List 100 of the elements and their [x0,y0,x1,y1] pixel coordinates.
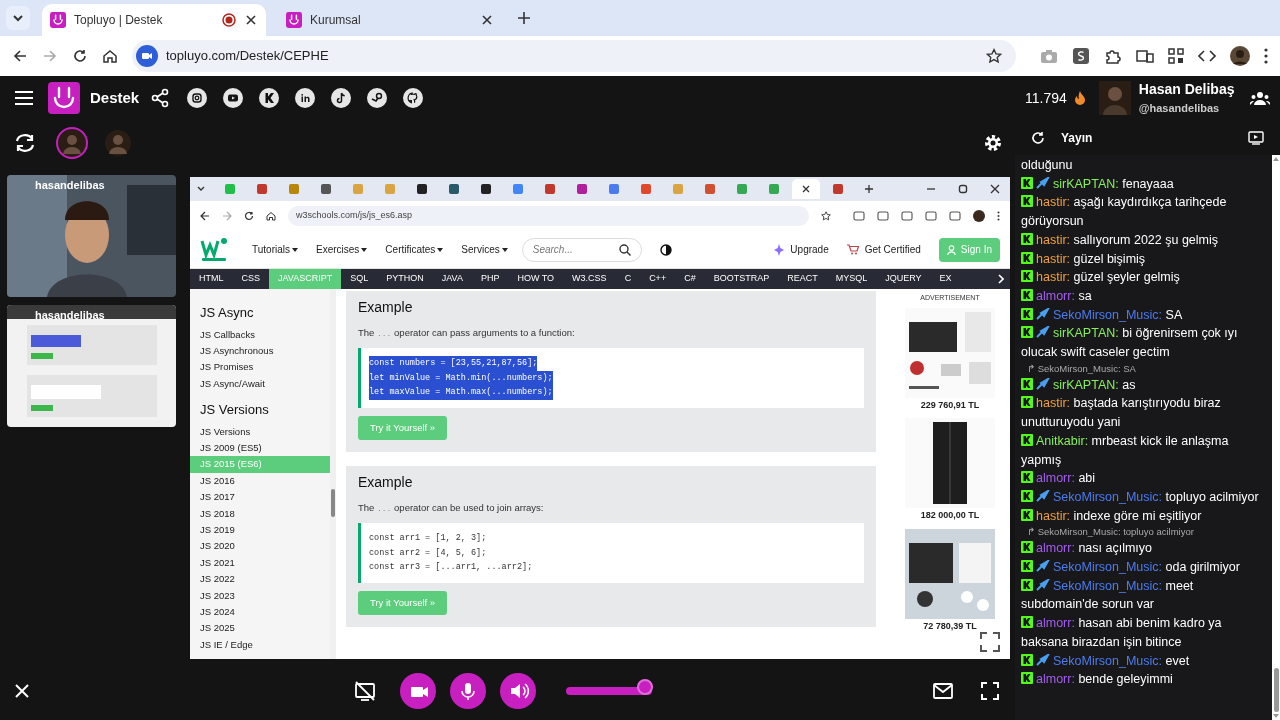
social-link-icon[interactable] [331,88,352,108]
share-icon[interactable] [151,88,170,108]
sidebar-item[interactable]: JS 2020 [190,538,330,555]
social-link-icon[interactable] [295,88,316,108]
avatar-icon[interactable] [973,210,985,222]
new-tab-icon[interactable] [864,184,874,194]
upgrade-link[interactable]: Upgrade [774,242,829,257]
chat-message: hastir: indexe göre mi eşitliyor [1021,506,1270,526]
scrollbar-thumb[interactable] [331,489,335,517]
close-icon[interactable] [480,13,494,27]
menu-icon[interactable] [14,90,34,106]
sidebar-item[interactable]: JS Promises [190,359,330,376]
nav-link[interactable]: W3.CSS [563,269,616,289]
nav-menu[interactable]: Services [461,242,508,257]
sidebar-item[interactable]: JS Callbacks [190,326,330,343]
social-link-icon[interactable] [223,88,244,108]
nav-link[interactable]: MYSQL [826,269,877,289]
nav-menu[interactable]: Certificates [385,242,444,257]
social-link-icon[interactable] [187,88,208,108]
nav-menu[interactable]: Exercises [316,242,368,257]
sidebar-item[interactable]: JS 2017 [190,489,330,506]
browser-tab[interactable] [792,179,820,199]
home-icon[interactable] [266,211,276,221]
reload-icon[interactable] [72,48,88,64]
bookmark-star-icon[interactable] [986,48,1002,64]
nav-link[interactable]: PHP [471,269,509,289]
sidebar-item[interactable]: JS 2009 (ES5) [190,439,330,457]
volume-button[interactable] [500,673,536,709]
participant-avatar[interactable] [56,126,88,159]
nav-link[interactable]: C [615,269,641,289]
more-icon[interactable] [1264,48,1268,64]
example-description: The ... operator can be used to join arrays: [358,501,545,515]
sidebar-item[interactable]: JS 2019 [190,521,330,539]
sidebar-item[interactable]: JS 2025 [190,620,330,637]
nav-link[interactable]: JAVA [432,269,472,289]
user-avatar[interactable] [1098,81,1131,115]
get-certified-link[interactable]: Get Certified [846,242,921,257]
chevron-right-icon[interactable] [998,274,1004,284]
restore-icon[interactable] [958,184,968,194]
back-icon[interactable] [12,48,28,64]
nav-link[interactable]: BOOTSTRAP [704,269,779,289]
nav-link[interactable]: EX [930,269,961,289]
nav-link[interactable]: REACT [778,269,827,289]
home-icon[interactable] [102,48,118,64]
nav-link[interactable]: C# [675,269,705,289]
sidebar-item[interactable]: JS 2018 [190,505,330,522]
nav-link[interactable]: C++ [640,269,676,289]
camera-button[interactable] [400,673,436,709]
avatar-icon[interactable] [1230,46,1250,66]
sidebar-item[interactable]: JS 2022 [190,571,330,588]
microphone-button[interactable] [450,673,486,709]
k-badge-icon [1021,672,1033,685]
mail-icon[interactable] [933,683,953,699]
social-link-icon[interactable] [403,88,424,108]
nav-menu[interactable]: Tutorials [252,242,298,257]
social-link-icon[interactable] [259,88,280,108]
sync-icon[interactable] [14,132,36,153]
nav-link[interactable]: HOW TO [508,269,564,289]
social-link-icon[interactable] [367,88,388,108]
nav-link[interactable]: SQL [341,269,378,289]
nav-link[interactable]: PYTHON [377,269,433,289]
logo-icon[interactable] [48,82,80,114]
settings-icon[interactable] [983,132,1003,153]
tab-list-button[interactable] [6,6,30,30]
extension-icon[interactable] [1072,47,1090,65]
slider-thumb[interactable] [637,679,654,695]
reply-reference: ↱ SekoMirson_Music: topluyo acilmiyor [1026,525,1195,540]
screen-share-off-icon[interactable] [354,680,376,702]
sidebar-item[interactable]: JS 2016 [190,472,330,490]
sidebar-item[interactable]: JS 2024 [190,603,330,621]
sidebar-item[interactable]: JS Asynchronous [190,342,330,360]
stream-icon[interactable] [1248,130,1264,145]
nav-link[interactable]: CSS [232,269,269,289]
sidebar-item[interactable]: JS 2023 [190,587,330,604]
scroll-up-icon[interactable] [1273,157,1279,161]
address-field[interactable]: w3schools.com/js/js_es6.asp [288,206,809,226]
reload-icon[interactable] [244,211,254,221]
close-icon[interactable] [244,13,258,27]
close-icon[interactable] [801,184,811,194]
tab-title: Kurumsal [310,12,362,29]
fullscreen-icon[interactable] [979,631,1001,653]
sidebar-item[interactable]: JS Async/Await [190,375,330,393]
close-icon[interactable] [990,184,1000,194]
sidebar-item[interactable]: JS 2021 [190,554,330,572]
people-icon[interactable] [1250,91,1270,105]
sidebar-item[interactable]: JS IE / Edge [190,636,330,654]
browser-tab[interactable]: Kurumsal [278,4,502,36]
bookmark-star-icon[interactable] [821,211,831,221]
nav-link[interactable]: HTML [190,269,233,289]
new-tab-icon[interactable] [516,10,532,26]
w3-logo-icon[interactable] [200,236,228,263]
sidebar-item[interactable]: JS Versions [190,423,330,440]
scrollbar-thumb[interactable] [1273,668,1279,712]
scroll-down-icon[interactable] [1273,714,1279,718]
more-icon[interactable] [997,211,1000,221]
back-icon[interactable] [200,211,210,221]
browser-tab[interactable]: Topluyo | Destek [42,4,266,36]
nav-link[interactable]: JQUERY [876,269,931,289]
contrast-icon[interactable] [659,243,672,256]
tab-label[interactable]: Yayın [1061,128,1232,147]
